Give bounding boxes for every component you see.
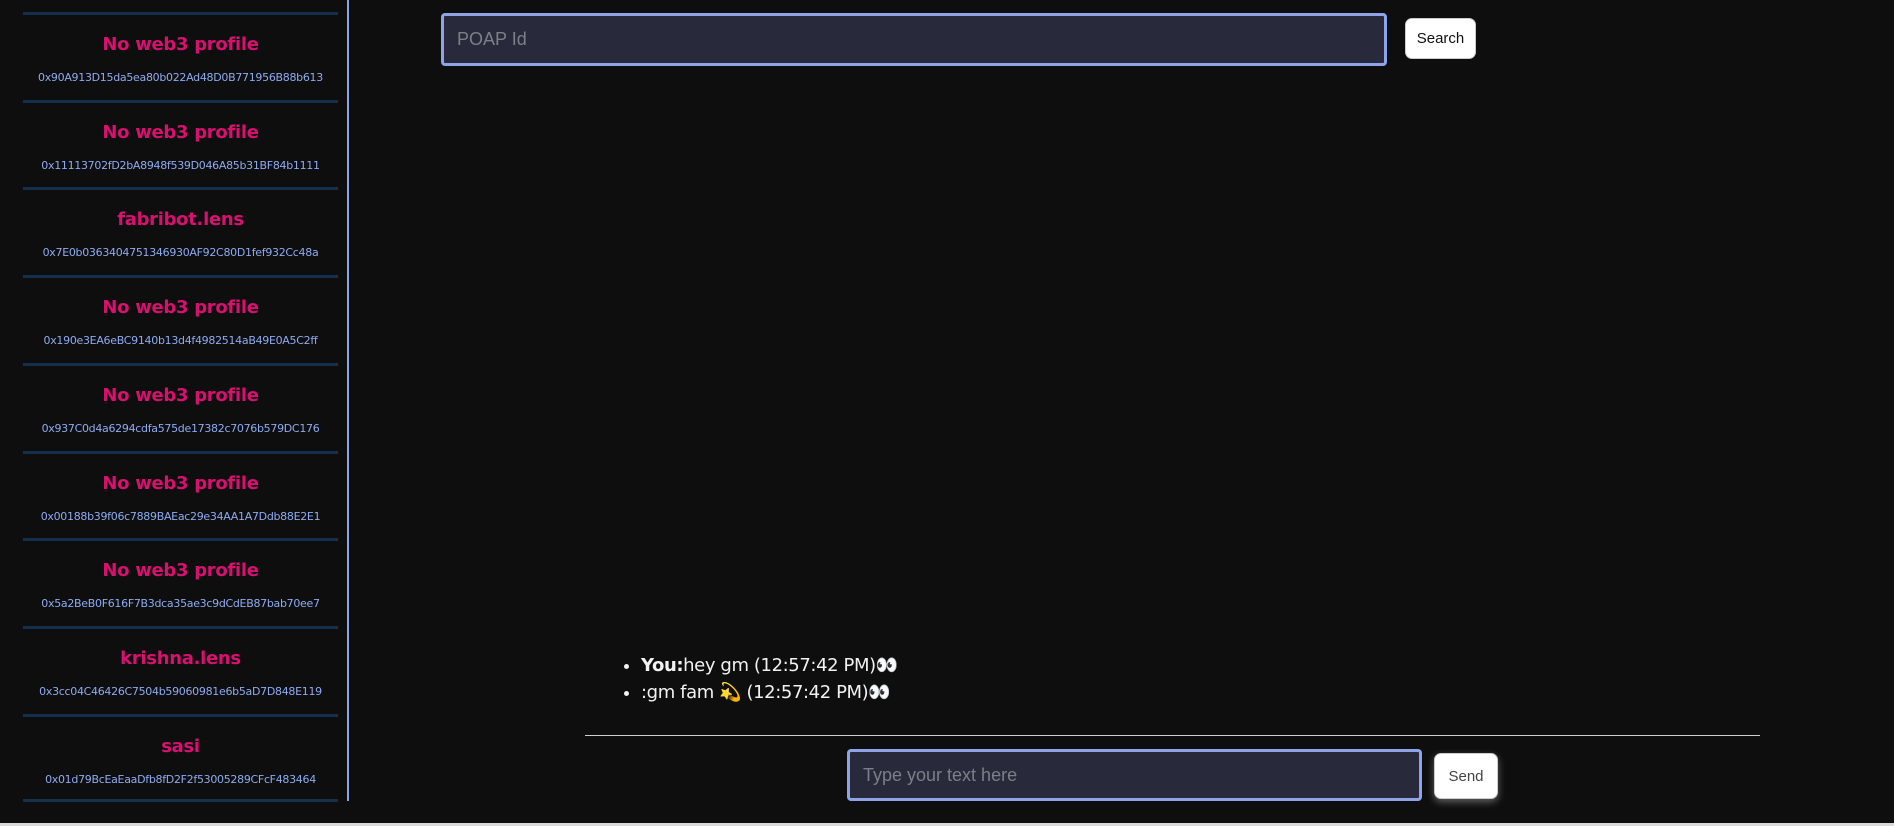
profile-name: No web3 profile bbox=[102, 297, 259, 319]
profile-name: No web3 profile bbox=[102, 384, 259, 406]
message-text: :gm fam 💫 (12:57:42 PM) bbox=[641, 682, 869, 703]
profile-name: No web3 profile bbox=[102, 121, 259, 143]
message-item: :gm fam 💫 (12:57:42 PM)👀 bbox=[641, 679, 898, 706]
profile-item[interactable]: No web3 profile 0x00188b39f06c7889BAEac2… bbox=[23, 450, 338, 540]
profile-name: krishna.lens bbox=[120, 647, 241, 669]
profile-sidebar: No web3 profile 0x90A913D15da5ea80b022Ad… bbox=[0, 0, 349, 801]
wallet-address: 0x11113702fD2bA8948f539D046A85b31BF84b11… bbox=[41, 158, 320, 172]
profile-name: fabribot.lens bbox=[117, 209, 244, 231]
message-text: hey gm (12:57:42 PM) bbox=[683, 655, 876, 676]
profile-name: No web3 profile bbox=[102, 34, 259, 55]
message-sender: You: bbox=[641, 655, 684, 676]
wallet-address: 0x90A913D15da5ea80b022Ad48D0B771956B88b6… bbox=[38, 71, 323, 84]
search-button[interactable]: Search bbox=[1405, 18, 1476, 59]
wallet-address: 0x937C0d4a6294cdfa575de17382c7076b579DC1… bbox=[41, 421, 320, 435]
message-list: You:hey gm (12:57:42 PM)👀 :gm fam 💫 (12:… bbox=[615, 652, 898, 706]
profile-item[interactable]: krishna.lens 0x3cc04C46426C7504b59060981… bbox=[23, 625, 338, 715]
profile-item[interactable]: No web3 profile 0x90A913D15da5ea80b022Ad… bbox=[23, 12, 338, 101]
wallet-address: 0x7E0b0363404751346930AF92C80D1fef932Cc4… bbox=[42, 246, 319, 260]
wallet-address: 0x5a2BeB0F616F7B3dca35ae3c9dCdEB87bab70e… bbox=[41, 597, 320, 611]
profile-name: sasi bbox=[161, 735, 200, 757]
profile-item[interactable]: No web3 profile 0x937C0d4a6294cdfa575de1… bbox=[23, 362, 338, 452]
message-input[interactable] bbox=[847, 749, 1422, 801]
profile-name: No web3 profile bbox=[102, 560, 259, 582]
profile-item[interactable]: No web3 profile 0x5a2BeB0F616F7B3dca35ae… bbox=[23, 538, 338, 627]
chat-divider bbox=[585, 735, 1760, 736]
poap-id-search-input[interactable] bbox=[441, 13, 1387, 66]
wallet-address: 0x01d79BcEaEaaDfb8fD2F2f53005289CFcF4834… bbox=[45, 772, 316, 786]
profile-item[interactable]: No web3 profile 0x11113702fD2bA8948f539D… bbox=[23, 99, 338, 189]
wallet-address: 0x190e3EA6eBC9140b13d4f4982514aB49E0A5C2… bbox=[43, 334, 318, 348]
profile-item[interactable]: sasi 0x01d79BcEaEaaDfb8fD2F2f53005289CFc… bbox=[23, 713, 338, 803]
profile-item[interactable]: fabribot.lens 0x7E0b0363404751346930AF92… bbox=[23, 187, 338, 276]
wallet-address: 0x3cc04C46426C7504b59060981e6b5aD7D848E1… bbox=[39, 684, 322, 698]
profile-name: No web3 profile bbox=[102, 472, 259, 494]
message-item: You:hey gm (12:57:42 PM)👀 bbox=[641, 652, 898, 679]
wallet-address: 0x00188b39f06c7889BAEac29e34AA1A7Ddb88E2… bbox=[40, 509, 321, 523]
eyes-reaction-icon[interactable]: 👀 bbox=[868, 682, 890, 703]
eyes-reaction-icon[interactable]: 👀 bbox=[876, 655, 898, 676]
send-button[interactable]: Send bbox=[1434, 753, 1498, 799]
divider bbox=[23, 799, 338, 802]
profile-item[interactable]: No web3 profile 0x190e3EA6eBC9140b13d4f4… bbox=[23, 275, 338, 364]
